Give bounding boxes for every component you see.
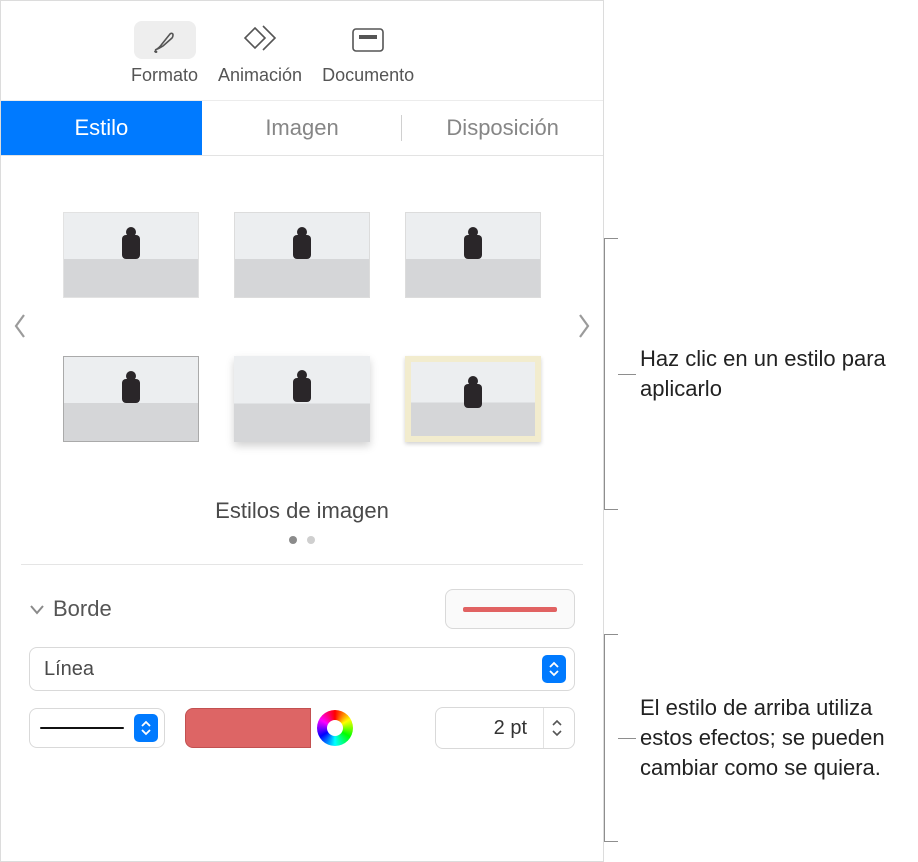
inspector-toolbar: Formato Animación Documento [1,1,603,100]
style-preset-6[interactable] [405,356,541,442]
color-picker-button[interactable] [317,710,353,746]
border-color-swatch[interactable] [185,708,311,748]
gallery-prev-button[interactable] [7,306,33,346]
format-subtabs: Estilo Imagen Disposición [1,100,603,156]
image-styles-gallery: Estilos de imagen [1,156,603,544]
format-inspector-panel: Formato Animación Documento Estilo Image… [0,0,604,862]
style-preset-2[interactable] [234,212,370,298]
tab-document-label: Documento [322,65,414,86]
callout-effects-text: El estilo de arriba utiliza estos efecto… [640,693,900,782]
callout-styles-text: Haz clic en un estilo para aplicarlo [640,344,900,403]
pager-dot-1[interactable] [289,536,297,544]
select-stepper-icon [134,714,158,742]
callout-effects: El estilo de arriba utiliza estos efecto… [604,634,900,842]
tab-animation[interactable]: Animación [218,21,302,86]
subtab-style[interactable]: Estilo [1,101,202,155]
line-sample [40,727,124,729]
help-annotations: Haz clic en un estilo para aplicarlo El … [604,0,918,862]
subtab-layout[interactable]: Disposición [402,101,603,155]
line-style-select[interactable] [29,708,165,748]
subtab-image[interactable]: Imagen [202,101,403,155]
tab-animation-label: Animación [218,65,302,86]
border-type-select[interactable]: Línea [29,647,575,691]
pager-dot-2[interactable] [307,536,315,544]
border-style-preview-button[interactable] [445,589,575,629]
tab-format[interactable]: Formato [131,21,198,86]
chevron-down-icon [29,602,45,616]
chevron-up-icon[interactable] [550,718,564,728]
border-section: Borde Línea [1,565,603,767]
subtab-layout-label: Disposición [446,115,559,141]
chevron-left-icon [12,313,28,339]
style-preset-4[interactable] [63,356,199,442]
slide-icon [337,21,399,59]
select-stepper-icon [542,655,566,683]
border-type-value: Línea [44,658,94,681]
paintbrush-icon [134,21,196,59]
style-preset-5[interactable] [234,356,370,442]
style-preset-1[interactable] [63,212,199,298]
style-preset-3[interactable] [405,212,541,298]
tab-format-label: Formato [131,65,198,86]
border-section-toggle[interactable]: Borde [29,596,112,622]
tab-document[interactable]: Documento [322,21,414,86]
chevron-down-icon[interactable] [550,728,564,738]
gallery-next-button[interactable] [571,306,597,346]
border-width-value: 2 pt [436,717,543,740]
subtab-style-label: Estilo [74,115,128,141]
gallery-pager [15,536,589,544]
border-preview-line [463,607,557,612]
chevron-right-icon [576,313,592,339]
border-title: Borde [53,596,112,622]
callout-styles: Haz clic en un estilo para aplicarlo [604,238,900,510]
diamond-icon [229,21,291,59]
border-width-stepper[interactable]: 2 pt [435,707,575,749]
gallery-caption: Estilos de imagen [15,498,589,524]
subtab-image-label: Imagen [265,115,338,141]
